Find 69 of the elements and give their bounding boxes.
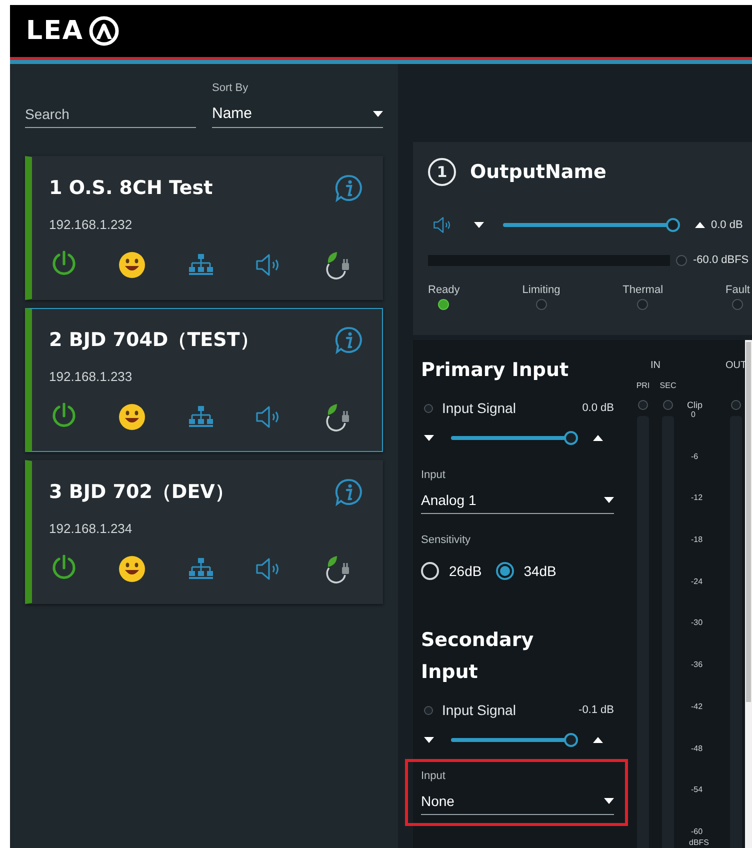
- device-name: 1 O.S. 8CH Test: [49, 177, 213, 199]
- unit-label: dBFS: [688, 838, 710, 848]
- info-icon[interactable]: [334, 477, 364, 507]
- device-card[interactable]: 2 BJD 704D（TEST） 192.168.1.233: [25, 308, 383, 452]
- ip-address: 192.168.1.233: [49, 369, 132, 384]
- status-label: Fault: [726, 284, 750, 296]
- device-card[interactable]: 3 BJD 702（DEV） 192.168.1.234: [25, 460, 383, 604]
- status-label: Thermal: [622, 284, 664, 296]
- device-card[interactable]: 1 O.S. 8CH Test 192.168.1.232: [25, 156, 383, 300]
- logo-text: LEA: [26, 16, 84, 46]
- channel-label: PRI: [636, 381, 650, 390]
- input-dropdown[interactable]: None: [421, 788, 614, 815]
- ip-address: 192.168.1.234: [49, 521, 132, 536]
- output-number: 1: [428, 158, 456, 186]
- meter-heading: OUT: [725, 360, 747, 371]
- signal-reading: -0.1 dB: [578, 704, 614, 716]
- increase-icon[interactable]: [695, 222, 705, 228]
- scale-label: -36: [690, 660, 704, 670]
- channel-label: SEC: [660, 381, 676, 390]
- scale-label: -30: [690, 618, 704, 628]
- smiley-icon: [117, 554, 148, 584]
- output-name: OutputName: [470, 161, 606, 183]
- field-label: Input: [421, 469, 446, 481]
- dropdown-caret-icon[interactable]: [604, 798, 614, 804]
- info-icon[interactable]: [334, 173, 364, 203]
- signal-label: Input Signal: [442, 400, 517, 416]
- increase-icon[interactable]: [593, 435, 603, 441]
- smiley-icon: [117, 402, 148, 432]
- field-label: Sort By: [212, 82, 250, 94]
- logo-icon: [89, 16, 120, 46]
- scale-label: -48: [690, 744, 704, 752]
- scale-label: -12: [690, 493, 704, 502]
- indicator-light: [676, 254, 687, 266]
- signal-label: Input Signal: [442, 702, 517, 718]
- info-icon[interactable]: [334, 325, 364, 355]
- radio-option[interactable]: 26dB: [421, 562, 482, 580]
- decrease-icon[interactable]: [474, 222, 484, 228]
- search-field[interactable]: Search: [25, 102, 196, 128]
- meter-heading: IN: [650, 360, 662, 371]
- scale-label: 0: [690, 410, 696, 419]
- meter-reading: -60.0 dBFS: [693, 254, 749, 266]
- status-label: Limiting: [522, 284, 560, 296]
- device-name: 2 BJD 704D（TEST）: [49, 328, 259, 353]
- sort-dropdown[interactable]: Name: [212, 100, 383, 128]
- decrease-icon[interactable]: [424, 435, 434, 441]
- radio-option[interactable]: 34dB: [496, 562, 556, 580]
- device-name: 3 BJD 702（DEV）: [49, 480, 234, 505]
- increase-icon[interactable]: [593, 737, 603, 743]
- input-dropdown[interactable]: Analog 1: [421, 487, 614, 514]
- clip-label: Clip: [687, 400, 703, 410]
- scale-label: -54: [690, 785, 704, 794]
- scale-label: -6: [690, 452, 700, 461]
- dropdown-caret-icon[interactable]: [604, 497, 614, 503]
- dropdown-caret-icon[interactable]: [373, 110, 383, 116]
- field-label: Input: [421, 770, 446, 782]
- section-title: Primary Input: [421, 358, 570, 383]
- scale-label: -60: [690, 826, 704, 836]
- status-label: Ready: [428, 284, 460, 296]
- signal-reading: 0.0 dB: [582, 402, 614, 414]
- scale-label: -18: [690, 535, 704, 544]
- section-title: Secondary Input: [421, 628, 535, 685]
- smiley-icon: [117, 250, 148, 280]
- scale-label: -24: [690, 576, 704, 586]
- scale-label: -42: [690, 702, 704, 711]
- field-label: Sensitivity: [421, 534, 472, 546]
- ip-address: 192.168.1.232: [49, 217, 132, 232]
- decrease-icon[interactable]: [424, 737, 434, 743]
- volume-reading: 0.0 dB: [711, 219, 743, 231]
- scrollbar[interactable]: [745, 340, 752, 848]
